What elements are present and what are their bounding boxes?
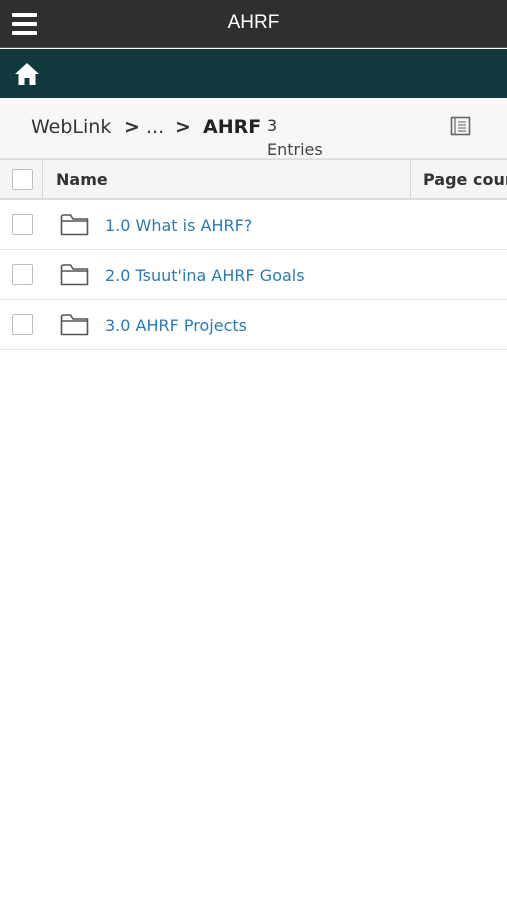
breadcrumb-separator: > [124,116,140,138]
entry-link[interactable]: 2.0 Tsuut'ina AHRF Goals [105,266,305,285]
breadcrumb-separator: > [175,116,191,138]
entry-link[interactable]: 1.0 What is AHRF? [105,216,252,235]
breadcrumb-root-link[interactable]: WebLink [31,116,111,138]
table-header: Name Page count [0,159,507,200]
select-all-cell [0,160,43,199]
row-checkbox[interactable] [12,214,33,235]
table-row[interactable]: 3.0 AHRF Projects [0,300,507,350]
select-all-checkbox[interactable] [12,169,33,190]
app-header: AHRF [0,0,507,48]
entry-count: 3 [267,116,278,135]
folder-icon [60,213,89,236]
table-row[interactable]: 2.0 Tsuut'ina AHRF Goals [0,250,507,300]
column-header-name[interactable]: Name [56,170,108,189]
entry-count-label: Entries [267,140,323,159]
row-checkbox[interactable] [12,314,33,335]
column-header-page-count[interactable]: Page count [410,160,507,199]
home-icon[interactable] [14,62,40,86]
folder-icon [60,313,89,336]
app-title: AHRF [227,12,280,33]
table-row[interactable]: 1.0 What is AHRF? [0,200,507,250]
nav-bar [0,49,507,98]
breadcrumb-ellipsis-link[interactable]: ... [146,116,164,138]
hamburger-menu-icon[interactable] [12,13,37,35]
column-header-page-count-label: Page count [423,170,507,189]
folder-icon [60,263,89,286]
row-checkbox[interactable] [12,264,33,285]
entry-list: 1.0 What is AHRF? 2.0 Tsuut'ina AHRF Goa… [0,200,507,350]
breadcrumb-current: AHRF [203,116,262,138]
metadata-icon[interactable] [450,116,471,136]
entry-link[interactable]: 3.0 AHRF Projects [105,316,247,335]
breadcrumb: WebLink > ... > AHRF [0,98,507,159]
